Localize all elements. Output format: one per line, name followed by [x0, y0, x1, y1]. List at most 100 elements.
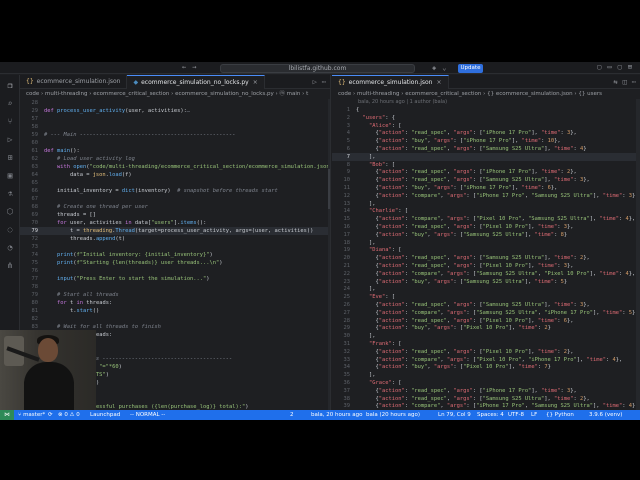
timeline-icon[interactable]: ◔ — [5, 243, 15, 253]
code-line[interactable]: 1{ — [332, 106, 640, 114]
chevron-down-icon[interactable]: ⌄ — [442, 64, 446, 72]
code-line[interactable]: 57 — [20, 115, 330, 123]
git-branch[interactable]: ⑂ master* — [18, 410, 45, 420]
explorer-icon[interactable]: ❐ — [5, 81, 15, 91]
git-graph-icon[interactable]: ⋔ — [5, 261, 15, 271]
breadcrumb-right[interactable]: code › multi-threading › ecommerce_criti… — [332, 90, 640, 99]
code-line[interactable]: 70 for user, activities in data["users"]… — [20, 219, 330, 227]
code-line[interactable]: 81 t.start() — [20, 307, 330, 315]
run-debug-icon[interactable]: ▷ — [5, 135, 15, 145]
more-actions-icon[interactable]: ⋯ — [632, 78, 636, 86]
code-line[interactable]: 5 {"action": "buy", "args": ["iPhone 17 … — [332, 137, 640, 145]
code-line[interactable]: 8 "Bob": [ — [332, 161, 640, 169]
tab-ecommerce-simulation-json-right[interactable]: {} ecommerce_simulation.json × — [332, 75, 449, 89]
code-line[interactable]: 68 # Create one thread per user — [20, 203, 330, 211]
scrollbar-left[interactable] — [328, 99, 330, 410]
code-line[interactable]: 7 ], — [332, 152, 640, 161]
code-line[interactable]: 64 data = json.load(f) — [20, 171, 330, 179]
problems-indicator[interactable]: ⊗ 0 ⚠ 0 — [58, 410, 80, 420]
code-line[interactable]: 6 {"action": "read_spec", "args": ["Sams… — [332, 145, 640, 153]
code-line[interactable]: 17 {"action": "buy", "args": ["Samsung S… — [332, 231, 640, 239]
code-line[interactable]: 80 for t in threads: — [20, 299, 330, 307]
tab-ecommerce-simulation-no-locks-py[interactable]: ◆ ecommerce_simulation_no_locks.py × — [127, 75, 265, 89]
code-line[interactable]: 4 {"action": "read_spec", "args": ["iPho… — [332, 129, 640, 137]
line-endings[interactable]: LF — [531, 410, 537, 420]
toggle-panel-icon[interactable]: ▭ — [607, 63, 611, 71]
source-control-icon[interactable]: ⑂ — [5, 117, 15, 127]
scrollbar-right[interactable] — [636, 99, 640, 410]
code-line[interactable]: 35 ], — [332, 371, 640, 379]
copilot-icon[interactable]: ◈ — [432, 64, 436, 72]
back-arrow-icon[interactable]: ← — [182, 63, 186, 71]
split-editor-icon[interactable]: ◫ — [623, 78, 627, 86]
code-line[interactable]: 22 {"action": "compare", "args": ["Samsu… — [332, 270, 640, 278]
scrollbar-thumb[interactable] — [328, 169, 330, 209]
code-line[interactable]: 34 {"action": "buy", "args": ["Pixel 10 … — [332, 363, 640, 371]
code-line[interactable]: 79 # Start all threads — [20, 291, 330, 299]
git-blame-right[interactable]: bala (20 hours ago) — [366, 410, 420, 420]
code-line[interactable]: 74 print(f"Initial inventory: {initial_i… — [20, 251, 330, 259]
code-line[interactable]: 2 "users": { — [332, 114, 640, 122]
code-line[interactable]: 36 "Grace": [ — [332, 379, 640, 387]
code-line[interactable]: 39 {"action": "compare", "args": ["iPhon… — [332, 402, 640, 410]
code-line[interactable]: 79 t = threading.Thread(target=process_u… — [20, 227, 330, 235]
file-encoding[interactable]: UTF-8 — [508, 410, 524, 420]
code-line[interactable]: 26 {"action": "read_spec", "args": ["Sam… — [332, 301, 640, 309]
code-line[interactable]: 32 {"action": "read_spec", "args": ["Pix… — [332, 348, 640, 356]
run-python-file-icon[interactable]: ▷ — [313, 78, 317, 86]
code-line[interactable]: 9 {"action": "read_spec", "args": ["iPho… — [332, 168, 640, 176]
code-line[interactable]: 3 "Alice": [ — [332, 122, 640, 130]
code-line[interactable]: 29 def process_user_activity(user, activi… — [20, 107, 330, 115]
code-line[interactable]: 28 {"action": "read_spec", "args": ["Pix… — [332, 317, 640, 325]
code-line[interactable]: 78 — [20, 283, 330, 291]
code-line[interactable]: 82 — [20, 315, 330, 323]
code-line[interactable]: 24 ], — [332, 285, 640, 293]
containers-icon[interactable]: ⬡ — [5, 207, 15, 217]
code-line[interactable]: 31 "Frank": [ — [332, 340, 640, 348]
close-tab-icon[interactable]: × — [253, 79, 258, 86]
launchpad-button[interactable]: Launchpad — [90, 410, 120, 420]
code-line[interactable]: 28 — [20, 99, 330, 107]
code-line[interactable]: 27 {"action": "compare", "args": ["Samsu… — [332, 309, 640, 317]
code-line[interactable]: 58 — [20, 123, 330, 131]
search-icon[interactable]: ⌕ — [5, 99, 15, 109]
testing-icon[interactable]: ⚗ — [5, 189, 15, 199]
code-line[interactable]: 37 {"action": "read_spec", "args": ["iPh… — [332, 387, 640, 395]
code-line[interactable]: 30 ], — [332, 332, 640, 340]
code-line[interactable]: 73 — [20, 243, 330, 251]
code-line[interactable]: 66 initial_inventory = dict(inventory) #… — [20, 187, 330, 195]
more-actions-icon[interactable]: ⋯ — [322, 78, 326, 86]
tab-ecommerce-simulation-json[interactable]: {} ecommerce_simulation.json — [20, 75, 128, 89]
git-blame-left[interactable]: bala, 20 hours ago — [311, 410, 362, 420]
code-line[interactable]: 59 # --- Main ---------------------------… — [20, 131, 330, 139]
layout-icon[interactable]: ⊞ — [628, 63, 632, 71]
code-line[interactable]: 72 threads.append(t) — [20, 235, 330, 243]
remote-indicator-icon[interactable]: ⋈ — [0, 410, 14, 420]
code-line[interactable]: 60 — [20, 139, 330, 147]
python-interpreter[interactable]: 3.9.6 (venv) — [589, 410, 622, 420]
code-line[interactable]: 69 threads = [] — [20, 211, 330, 219]
code-line[interactable]: 20 {"action": "read_spec", "args": ["Sam… — [332, 254, 640, 262]
extensions-icon[interactable]: ⊞ — [5, 153, 15, 163]
code-line[interactable]: 10 {"action": "read_spec", "args": ["Sam… — [332, 176, 640, 184]
compare-changes-icon[interactable]: ⇆ — [613, 78, 617, 86]
toggle-secondary-sidebar-icon[interactable]: ▢ — [618, 63, 622, 71]
code-line[interactable]: 29 {"action": "buy", "args": ["Pixel 10 … — [332, 324, 640, 332]
code-line[interactable]: 11 {"action": "buy", "args": ["iPhone 17… — [332, 184, 640, 192]
language-mode[interactable]: {} Python — [546, 410, 574, 420]
code-line[interactable]: 16 {"action": "read_spec", "args": ["Pix… — [332, 223, 640, 231]
code-line[interactable]: 63 with open("code/multi-threading/ecomm… — [20, 163, 331, 171]
toggle-sidebar-icon[interactable]: ▢ — [597, 63, 601, 71]
indentation[interactable]: Spaces: 4 — [477, 410, 504, 420]
code-line[interactable]: 62 # Load user activity log — [20, 155, 330, 163]
code-line[interactable]: 21 {"action": "read_spec", "args": ["Pix… — [332, 262, 640, 270]
chat-icon[interactable]: ◌ — [5, 225, 15, 235]
sync-button[interactable]: ⟳ — [48, 410, 53, 420]
ports-indicator[interactable]: 2 — [290, 410, 294, 420]
breadcrumb-left[interactable]: code › multi-threading › ecommerce_criti… — [20, 90, 330, 99]
code-line[interactable]: 18 ], — [332, 239, 640, 247]
code-line[interactable]: 23 {"action": "buy", "args": ["Samsung S… — [332, 278, 640, 286]
code-line[interactable]: 33 {"action": "compare", "args": ["Pixel… — [332, 356, 640, 364]
code-line[interactable]: 77 input("Press Enter to start the simul… — [20, 275, 330, 283]
code-line[interactable]: 61 def main(): — [20, 147, 330, 155]
